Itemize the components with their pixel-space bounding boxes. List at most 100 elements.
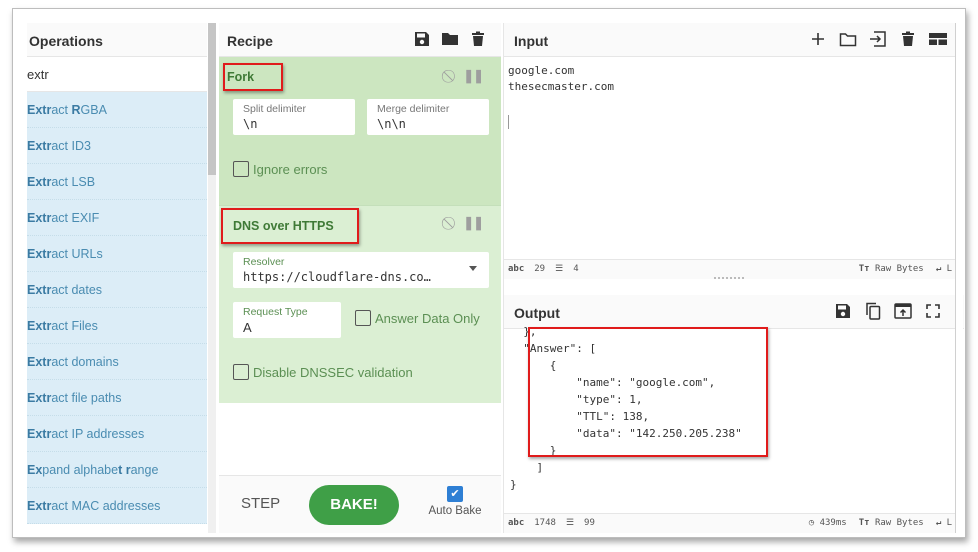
checkmark-icon[interactable]: ✔	[447, 486, 463, 502]
search-match-highlight: Extr	[27, 247, 52, 261]
auto-bake-label: Auto Bake	[428, 505, 482, 517]
search-match-highlight: Extr	[27, 175, 52, 189]
operation-label-text: ange	[130, 463, 159, 477]
operations-panel: Operations extr Extract RGBA Extract ID3 E…	[27, 23, 207, 533]
operations-scrollbar[interactable]	[208, 23, 216, 533]
save-icon[interactable]	[834, 302, 852, 320]
bake-button[interactable]: BAKE!	[309, 485, 399, 525]
eol-icon: ↵	[935, 264, 942, 274]
search-match-highlight: Extr	[27, 355, 52, 369]
request-type-field[interactable]: Request Type A	[233, 302, 341, 338]
resolver-dropdown[interactable]: Resolver https://cloudflare-dns.co…	[233, 252, 489, 288]
resolver-label: Resolver	[243, 256, 285, 268]
operations-scrollbar-thumb[interactable]	[208, 23, 216, 175]
layout-icon[interactable]	[929, 30, 947, 48]
folder-icon[interactable]	[441, 30, 459, 48]
input-format[interactable]: Tт Raw Bytes	[859, 264, 924, 274]
operation-label-text: act URLs	[51, 247, 103, 261]
operation-list-item[interactable]: Extract file paths	[27, 380, 207, 416]
merge-delimiter-field[interactable]: Merge delimiter \n\n	[367, 99, 489, 135]
checkbox-box[interactable]	[233, 364, 249, 380]
step-button[interactable]: STEP	[241, 495, 280, 512]
search-match-highlight: Extr	[27, 391, 52, 405]
highlight-box	[528, 327, 768, 457]
operation-label-text: act	[51, 103, 72, 117]
operation-label-text: act domains	[51, 355, 119, 369]
operation-list-item[interactable]: Extract dates	[27, 272, 207, 308]
maximize-icon[interactable]	[924, 302, 942, 320]
split-delimiter-field[interactable]: Split delimiter \n	[233, 99, 355, 135]
output-char-count: 1748	[534, 518, 556, 528]
checkbox-box[interactable]	[233, 161, 249, 177]
operation-label-text: act ID3	[51, 139, 91, 153]
input-eol-label: L	[946, 264, 952, 274]
resolver-value[interactable]: https://cloudflare-dns.co…	[243, 270, 479, 284]
bake-time: ◷ 439ms	[809, 518, 847, 528]
operation-list-item[interactable]: Extract domains	[27, 344, 207, 380]
input-textarea[interactable]: google.com thesecmaster.com	[504, 57, 963, 95]
import-icon[interactable]	[869, 30, 887, 48]
ignore-errors-checkbox[interactable]: Ignore errors	[233, 161, 327, 177]
split-delimiter-value[interactable]: \n	[243, 117, 345, 131]
output-section: Output }, "Answer": [{"name": "google.…	[504, 295, 964, 491]
copy-icon[interactable]	[864, 302, 882, 320]
operation-label-text: act IP addresses	[51, 427, 145, 441]
operation-list-item[interactable]: Extract ID3	[27, 128, 207, 164]
auto-bake-toggle[interactable]: ✔ Auto Bake	[423, 486, 487, 517]
replace-input-icon[interactable]	[894, 302, 912, 320]
merge-delimiter-label: Merge delimiter	[377, 103, 450, 115]
text-format-icon: Tт	[858, 518, 870, 528]
text-cursor	[508, 115, 509, 129]
operation-list-item[interactable]: Extract IP addresses	[27, 416, 207, 452]
plus-icon[interactable]	[809, 30, 827, 48]
disable-dnssec-checkbox[interactable]: Disable DNSSEC validation	[233, 364, 413, 380]
search-match-highlight: Extr	[27, 427, 52, 441]
output-eol[interactable]: ↵ L	[936, 518, 952, 528]
input-line-count: 4	[573, 264, 579, 274]
operation-list-item[interactable]: Extract Files	[27, 308, 207, 344]
trash-icon[interactable]	[899, 30, 917, 48]
checkbox-box[interactable]	[355, 310, 371, 326]
trash-icon[interactable]	[469, 30, 487, 48]
output-format[interactable]: Tт Raw Bytes	[859, 518, 924, 528]
operation-list-item[interactable]: Expand alphabet range	[27, 452, 207, 488]
input-format-label: Raw Bytes	[874, 264, 924, 274]
request-type-value[interactable]: A	[243, 320, 331, 335]
output-eol-label: L	[946, 518, 952, 528]
answer-data-only-checkbox[interactable]: Answer Data Only	[355, 310, 480, 326]
answer-data-only-label: Answer Data Only	[375, 310, 480, 326]
recipe-title: Recipe	[227, 33, 273, 49]
text-format-icon: Tт	[858, 264, 870, 274]
operation-list-item[interactable]: Extract LSB	[27, 164, 207, 200]
dns-over-https-operation[interactable]: DNS over HTTPS ⃠ ❚❚ Resolver https://clo…	[219, 205, 501, 403]
operation-label-text: GBA	[80, 103, 107, 117]
folder-icon[interactable]	[839, 30, 857, 48]
chevron-down-icon[interactable]	[469, 266, 477, 271]
split-delimiter-label: Split delimiter	[243, 103, 307, 115]
operation-label-text: act LSB	[51, 175, 96, 189]
operation-list-item[interactable]: Extract URLs	[27, 236, 207, 272]
merge-delimiter-value[interactable]: \n\n	[377, 117, 479, 131]
input-eol[interactable]: ↵ L	[936, 264, 952, 274]
io-scrollbar[interactable]	[955, 23, 963, 533]
fork-operation[interactable]: Fork ⃠ ❚❚ Split delimiter \n Merge delim…	[219, 57, 501, 205]
recipe-panel: Recipe Fork ⃠ ❚❚ Split de	[219, 23, 501, 533]
clock-icon: ◷	[808, 518, 815, 528]
search-match-highlight: Ext	[27, 103, 47, 117]
operation-label-text: act dates	[51, 283, 103, 297]
input-title: Input	[514, 33, 549, 49]
operations-search-input[interactable]: extr	[27, 57, 207, 92]
operations-list: Extract RGBA Extract ID3 Extract LSB Extrac…	[27, 92, 207, 524]
search-match-highlight: Ex	[27, 463, 43, 477]
search-match-highlight: R	[71, 103, 81, 117]
operation-list-item[interactable]: Extract EXIF	[27, 200, 207, 236]
pause-icon[interactable]: ❚❚	[463, 68, 484, 84]
pause-icon[interactable]: ❚❚	[463, 215, 484, 231]
recipe-controls: STEP BAKE! ✔ Auto Bake	[219, 475, 501, 533]
operation-list-item[interactable]: Extract RGBA	[27, 92, 207, 128]
operation-label-text: pand alphabe	[42, 463, 119, 477]
cyberchef-window: Operations extr Extract RGBA Extract ID3 E…	[12, 8, 966, 538]
save-icon[interactable]	[413, 30, 431, 48]
resize-handle[interactable]	[714, 277, 744, 279]
operation-list-item[interactable]: Extract MAC addresses	[27, 488, 207, 524]
